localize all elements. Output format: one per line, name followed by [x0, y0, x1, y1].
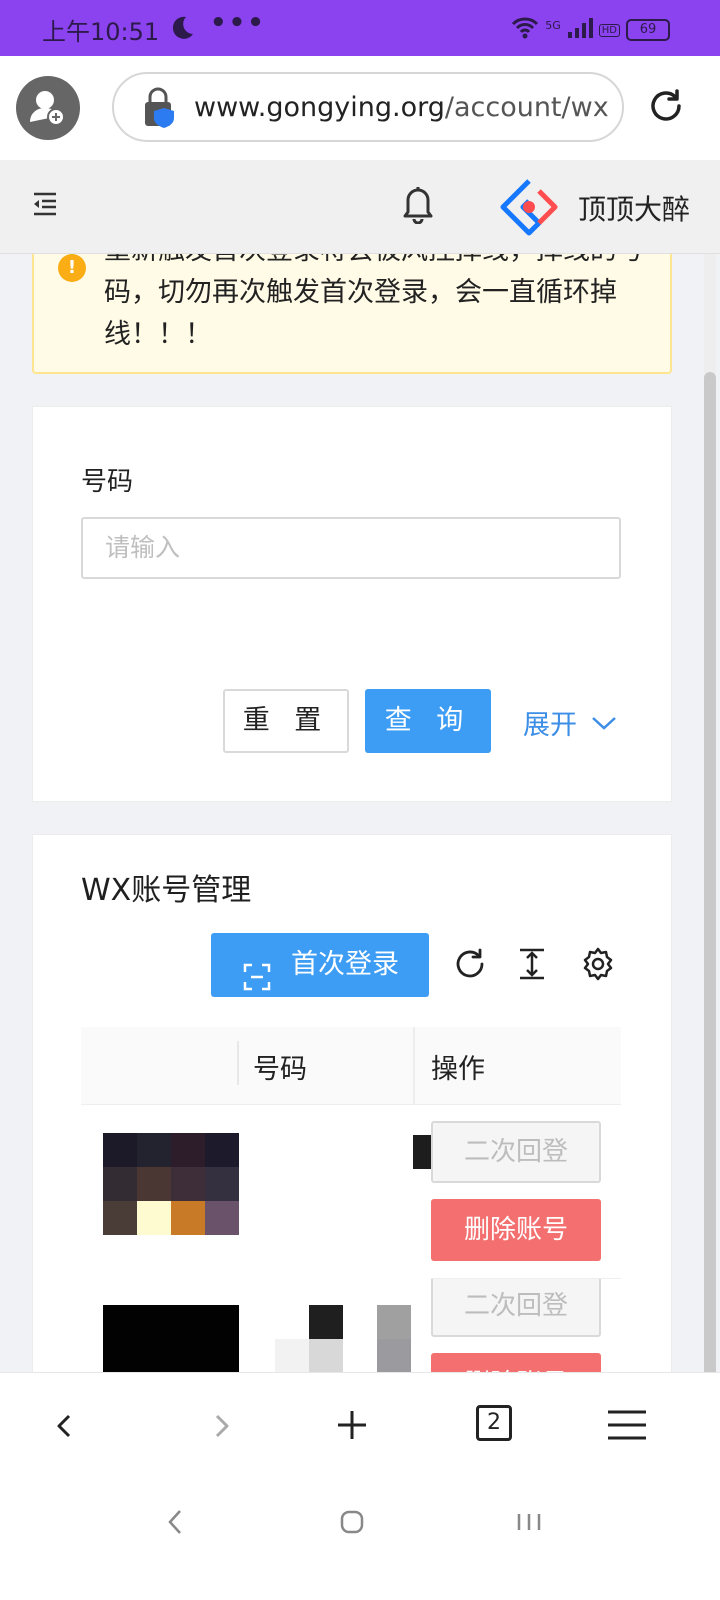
back-arrow-icon[interactable]: [50, 1411, 80, 1445]
column-divider: [237, 1041, 239, 1085]
status-icons: 5G HD 69: [511, 16, 670, 44]
hd-badge: HD: [598, 23, 620, 37]
hamburger-menu-icon[interactable]: [606, 1409, 648, 1445]
redacted-block: [309, 1305, 343, 1339]
clock: 上午10:51: [42, 18, 160, 46]
system-home-icon[interactable]: [340, 1510, 364, 1538]
address-bar[interactable]: www.gongying.org/account/wx: [112, 72, 624, 142]
browser-bottom-nav: 2: [0, 1372, 720, 1482]
add-user-icon: [30, 91, 65, 126]
table-row: 二次回登 删除账号: [81, 1105, 621, 1279]
search-form-card: 号码 请输入 重 置 查 询 展开: [32, 406, 672, 802]
alert-clip: 重新触发首次登录将会被风控掉线，掉线的号码，切勿再次触发首次登录，会一直循环掉线…: [34, 254, 670, 370]
battery-icon: 69: [626, 19, 670, 41]
column-header-phone[interactable]: 号码: [253, 1047, 307, 1086]
phone-search-input[interactable]: 请输入: [81, 517, 621, 579]
expand-link[interactable]: 展开: [523, 703, 617, 742]
reset-button[interactable]: 重 置: [223, 689, 349, 753]
chevron-down-icon: [592, 716, 616, 730]
first-login-label: 首次登录: [291, 949, 399, 980]
moon-icon: [168, 14, 196, 46]
system-recents-icon[interactable]: [516, 1512, 542, 1536]
system-nav-bar: [0, 1482, 720, 1600]
table-header: 号码 操作: [81, 1027, 621, 1105]
user-name[interactable]: 顶顶大醉: [578, 188, 690, 228]
profile-avatar[interactable]: [16, 76, 80, 140]
gear-icon[interactable]: [581, 947, 615, 985]
column-height-icon[interactable]: [517, 947, 547, 985]
phone-field-label: 号码: [81, 467, 134, 497]
secure-lock-icon: [140, 86, 180, 134]
avatar: [103, 1133, 239, 1235]
relogin-button[interactable]: 二次回登: [431, 1121, 601, 1183]
system-back-icon[interactable]: [164, 1508, 188, 1540]
table-title: WX账号管理: [81, 873, 252, 908]
new-tab-icon[interactable]: [334, 1407, 370, 1447]
network-label: 5G: [545, 18, 561, 32]
wx-account-table-card: WX账号管理 首次登录 号码 操作 二次回登 删除账号 二次回登: [32, 834, 672, 1401]
delete-account-button[interactable]: 删除账号: [431, 1199, 601, 1261]
url-path: /account/wx: [444, 92, 609, 123]
forward-arrow-icon[interactable]: [206, 1411, 236, 1445]
tabs-count-icon[interactable]: 2: [476, 1405, 512, 1441]
url-text: www.gongying.org/account/wx: [194, 92, 609, 123]
redacted-block: [377, 1305, 411, 1339]
scan-icon: [243, 951, 271, 1015]
reload-icon[interactable]: [453, 947, 487, 985]
brand-logo-icon: [500, 178, 558, 240]
wifi-icon: [511, 16, 539, 44]
first-login-button[interactable]: 首次登录: [211, 933, 429, 997]
expand-label: 展开: [523, 710, 577, 741]
fixed-column-shadow: [413, 1027, 415, 1105]
warning-alert: ! 重新触发首次登录将会被风控掉线，掉线的号码，切勿再次触发首次登录，会一直循环…: [32, 254, 672, 374]
url-domain: www.gongying.org: [194, 92, 445, 123]
menu-fold-icon[interactable]: [30, 190, 60, 222]
signal-icon: [567, 17, 593, 43]
status-bar: 上午10:51 ••• 5G HD 69: [0, 0, 720, 56]
reload-icon[interactable]: [646, 86, 686, 130]
app-header: 顶顶大醉: [0, 160, 720, 254]
alert-text: 重新触发首次登录将会被风控掉线，掉线的号码，切勿再次触发首次登录，会一直循环掉线…: [104, 254, 644, 350]
bell-icon[interactable]: [400, 182, 436, 228]
browser-toolbar: www.gongying.org/account/wx: [0, 56, 720, 160]
relogin-button[interactable]: 二次回登: [431, 1279, 601, 1337]
scrollbar-thumb[interactable]: [704, 372, 716, 1402]
query-button[interactable]: 查 询: [365, 689, 491, 753]
column-header-action: 操作: [431, 1054, 485, 1085]
more-notifications-icon: •••: [210, 8, 266, 38]
